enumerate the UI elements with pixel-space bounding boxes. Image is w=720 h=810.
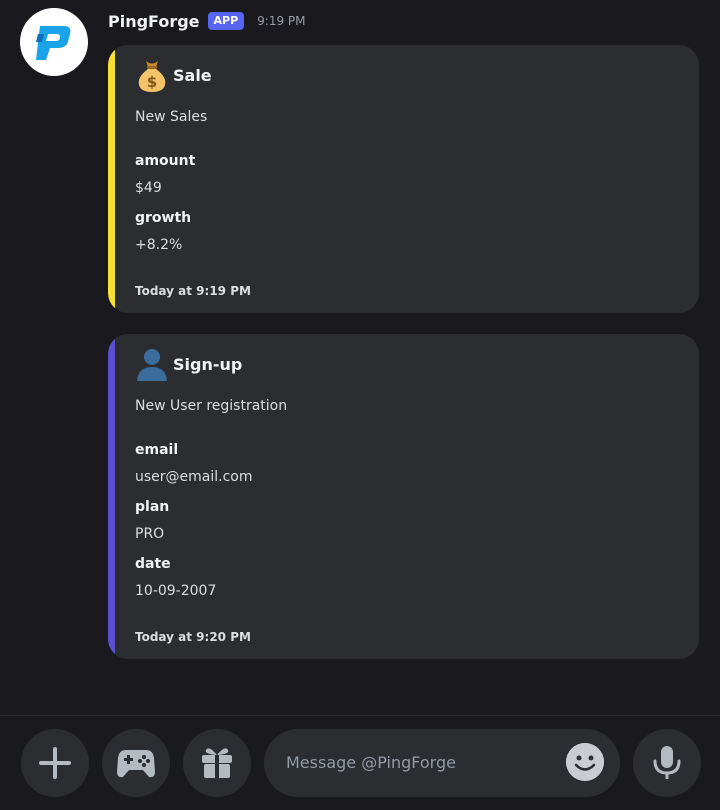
money-bag-icon: $ xyxy=(135,57,169,93)
user-silhouette-icon xyxy=(135,346,169,382)
message-input[interactable]: Message @PingForge xyxy=(264,729,620,797)
avatar[interactable] xyxy=(20,8,88,76)
embed-sale: $ Sale New Sales amount $49 growth +8.2%… xyxy=(108,45,699,313)
field-name-growth: growth xyxy=(135,210,192,226)
activities-button[interactable] xyxy=(102,729,170,797)
embed-accent-bar xyxy=(108,45,115,313)
username[interactable]: PingForge xyxy=(108,12,200,31)
embed-signup: Sign-up New User registration email user… xyxy=(108,334,699,659)
emoji-button[interactable] xyxy=(566,743,604,781)
embed-accent-bar xyxy=(108,334,115,659)
svg-text:$: $ xyxy=(147,73,157,91)
emoji-icon xyxy=(566,743,604,781)
field-name-date: date xyxy=(135,556,171,572)
composer-divider xyxy=(0,715,720,716)
gift-icon xyxy=(202,748,232,778)
plus-icon xyxy=(39,747,71,779)
add-attachment-button[interactable] xyxy=(21,729,89,797)
embed-footer-timestamp: Today at 9:19 PM xyxy=(135,284,251,298)
message-placeholder: Message @PingForge xyxy=(286,753,456,772)
field-value-amount: $49 xyxy=(135,180,162,196)
app-badge: APP xyxy=(207,12,245,30)
microphone-icon xyxy=(653,746,681,779)
embed-description: New Sales xyxy=(135,109,208,125)
field-name-email: email xyxy=(135,442,179,458)
field-value-email: user@email.com xyxy=(135,469,253,485)
message-header: PingForge APP 9:19 PM xyxy=(108,10,306,32)
gamepad-icon xyxy=(117,750,155,778)
field-name-plan: plan xyxy=(135,499,170,515)
embed-title: Sign-up xyxy=(173,354,243,374)
message-timestamp: 9:19 PM xyxy=(257,14,306,28)
gift-button[interactable] xyxy=(183,729,251,797)
embed-title: Sale xyxy=(173,65,212,85)
field-name-amount: amount xyxy=(135,153,196,169)
field-value-growth: +8.2% xyxy=(135,237,183,253)
voice-message-button[interactable] xyxy=(633,729,701,797)
embed-footer-timestamp: Today at 9:20 PM xyxy=(135,630,251,644)
field-value-plan: PRO xyxy=(135,526,165,542)
pingforge-logo-icon xyxy=(36,26,71,60)
embed-description: New User registration xyxy=(135,398,288,414)
field-value-date: 10-09-2007 xyxy=(135,583,217,599)
